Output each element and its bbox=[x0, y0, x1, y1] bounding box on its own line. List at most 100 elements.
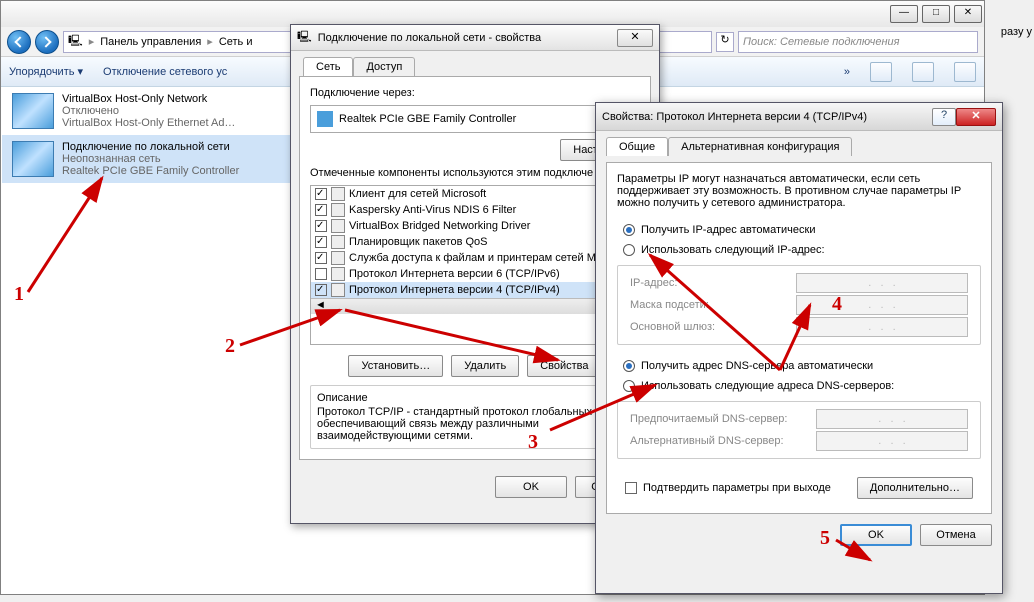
disable-device-button[interactable]: Отключение сетевого ус bbox=[103, 66, 227, 78]
ok-button[interactable]: OK bbox=[840, 524, 912, 546]
list-item[interactable]: Служба доступа к файлам и принтерам сете… bbox=[311, 250, 639, 266]
checkbox[interactable] bbox=[315, 188, 327, 200]
advanced-button[interactable]: Дополнительно… bbox=[857, 477, 973, 499]
dialog-title: Свойства: Протокол Интернета версии 4 (T… bbox=[602, 111, 932, 123]
component-icon bbox=[331, 283, 345, 297]
crumb-network[interactable]: Сеть и bbox=[219, 36, 253, 48]
mask-label: Маска подсети: bbox=[630, 299, 790, 311]
dns1-label: Предпочитаемый DNS-сервер: bbox=[630, 413, 810, 425]
tab-network[interactable]: Сеть bbox=[303, 57, 353, 76]
radio-use-dns[interactable] bbox=[623, 380, 635, 392]
ip-label: IP-адрес: bbox=[630, 277, 790, 289]
tab-alt-config[interactable]: Альтернативная конфигурация bbox=[668, 137, 852, 156]
adapter-icon bbox=[317, 111, 333, 127]
ipv4-properties-dialog: Свойства: Протокол Интернета версии 4 (T… bbox=[595, 102, 1003, 594]
adapter-icon bbox=[12, 93, 54, 129]
confirm-on-exit-label: Подтвердить параметры при выходе bbox=[643, 482, 831, 494]
minimize-button[interactable]: — bbox=[890, 5, 918, 23]
gateway-input: . . . bbox=[796, 317, 968, 337]
cancel-button[interactable]: Отмена bbox=[920, 524, 992, 546]
crumb-control-panel[interactable]: Панель управления bbox=[100, 36, 201, 48]
ip-input: . . . bbox=[796, 273, 968, 293]
radio-auto-dns-label: Получить адрес DNS-сервера автоматически bbox=[641, 360, 873, 372]
component-label: Протокол Интернета версии 4 (TCP/IPv4) bbox=[349, 284, 560, 296]
confirm-on-exit-checkbox[interactable] bbox=[625, 482, 637, 494]
radio-auto-dns[interactable] bbox=[623, 360, 635, 372]
dialog-title-bar: Свойства: Протокол Интернета версии 4 (T… bbox=[596, 103, 1002, 131]
tab-body: Параметры IP могут назначаться автоматич… bbox=[606, 162, 992, 514]
organize-menu[interactable]: Упорядочить ▾ bbox=[9, 65, 83, 78]
description-text: Протокол TCP/IP - стандартный протокол г… bbox=[317, 406, 633, 442]
radio-use-dns-label: Использовать следующие адреса DNS-сервер… bbox=[641, 380, 894, 392]
component-label: Kaspersky Anti-Virus NDIS 6 Filter bbox=[349, 204, 516, 216]
list-item[interactable]: VirtualBox Bridged Networking Driver bbox=[311, 218, 639, 234]
component-label: Планировщик пакетов QoS bbox=[349, 236, 488, 248]
forward-button[interactable] bbox=[35, 30, 59, 54]
tab-strip: Общие Альтернативная конфигурация bbox=[596, 131, 1002, 156]
checkbox[interactable] bbox=[315, 268, 327, 280]
list-item[interactable]: Протокол Интернета версии 6 (TCP/IPv6) bbox=[311, 266, 639, 282]
radio-use-ip-label: Использовать следующий IP-адрес: bbox=[641, 244, 825, 256]
component-icon bbox=[331, 187, 345, 201]
tab-access[interactable]: Доступ bbox=[353, 57, 415, 76]
list-item[interactable]: Клиент для сетей Microsoft bbox=[311, 186, 639, 202]
dialog-title-bar: 🖳 Подключение по локальной сети - свойст… bbox=[291, 25, 659, 51]
radio-auto-ip[interactable] bbox=[623, 224, 635, 236]
tab-general[interactable]: Общие bbox=[606, 137, 668, 156]
checkbox[interactable] bbox=[315, 204, 327, 216]
component-icon bbox=[331, 267, 345, 281]
install-button[interactable]: Установить… bbox=[348, 355, 443, 377]
component-icon bbox=[331, 251, 345, 265]
component-icon bbox=[331, 219, 345, 233]
gateway-label: Основной шлюз: bbox=[630, 321, 790, 333]
checkbox[interactable] bbox=[315, 252, 327, 264]
dns2-label: Альтернативный DNS-сервер: bbox=[630, 435, 810, 447]
background-text: разу у bbox=[1001, 26, 1032, 38]
components-label: Отмеченные компоненты используются этим … bbox=[310, 167, 640, 179]
list-item[interactable]: Kaspersky Anti-Virus NDIS 6 Filter bbox=[311, 202, 639, 218]
checkbox[interactable] bbox=[315, 220, 327, 232]
connection-adapter: VirtualBox Host-Only Ethernet Ad… bbox=[62, 117, 235, 129]
remove-button[interactable]: Удалить bbox=[451, 355, 519, 377]
component-label: VirtualBox Bridged Networking Driver bbox=[349, 220, 530, 232]
close-button[interactable]: ✕ bbox=[617, 29, 653, 47]
search-placeholder: Поиск: Сетевые подключения bbox=[743, 36, 900, 48]
view-icon[interactable] bbox=[870, 62, 892, 82]
horizontal-scrollbar[interactable]: ◄► bbox=[311, 298, 639, 314]
adapter-field: Realtek PCIe GBE Family Controller bbox=[310, 105, 640, 133]
maximize-button[interactable]: □ bbox=[922, 5, 950, 23]
list-item-ipv4[interactable]: Протокол Интернета версии 4 (TCP/IPv4) bbox=[311, 282, 639, 298]
radio-use-ip[interactable] bbox=[623, 244, 635, 256]
dialog-icon: 🖳 bbox=[297, 28, 312, 47]
ip-fields-group: IP-адрес: . . . Маска подсети: . . . Основ… bbox=[617, 265, 981, 345]
mask-input: . . . bbox=[796, 295, 968, 315]
connection-status: Неопознанная сеть bbox=[62, 153, 239, 165]
intro-text: Параметры IP могут назначаться автоматич… bbox=[617, 173, 981, 209]
ok-button[interactable]: OK bbox=[495, 476, 567, 498]
connection-title: Подключение по локальной сети bbox=[62, 141, 239, 153]
component-label: Протокол Интернета версии 6 (TCP/IPv6) bbox=[349, 268, 560, 280]
component-icon bbox=[331, 203, 345, 217]
description-group: Описание Протокол TCP/IP - стандартный п… bbox=[310, 385, 640, 449]
refresh-button[interactable]: ↻ bbox=[716, 32, 734, 52]
close-button[interactable]: ✕ bbox=[956, 108, 996, 126]
dns2-input: . . . bbox=[816, 431, 968, 451]
checkbox[interactable] bbox=[315, 236, 327, 248]
more-chevron-icon[interactable]: » bbox=[844, 66, 850, 78]
search-input[interactable]: Поиск: Сетевые подключения bbox=[738, 31, 978, 53]
help-icon[interactable] bbox=[954, 62, 976, 82]
connection-title: VirtualBox Host-Only Network bbox=[62, 93, 235, 105]
help-button[interactable]: ? bbox=[932, 108, 956, 126]
details-pane-icon[interactable] bbox=[912, 62, 934, 82]
properties-button[interactable]: Свойства bbox=[527, 355, 601, 377]
back-button[interactable] bbox=[7, 30, 31, 54]
description-label: Описание bbox=[317, 392, 633, 404]
list-item[interactable]: Планировщик пакетов QoS bbox=[311, 234, 639, 250]
checkbox[interactable] bbox=[315, 284, 327, 296]
components-list[interactable]: Клиент для сетей Microsoft Kaspersky Ant… bbox=[310, 185, 640, 345]
connect-via-label: Подключение через: bbox=[310, 87, 640, 99]
dns1-input: . . . bbox=[816, 409, 968, 429]
tab-strip: Сеть Доступ bbox=[291, 51, 659, 76]
component-label: Клиент для сетей Microsoft bbox=[349, 188, 486, 200]
close-button[interactable]: ✕ bbox=[954, 5, 982, 23]
